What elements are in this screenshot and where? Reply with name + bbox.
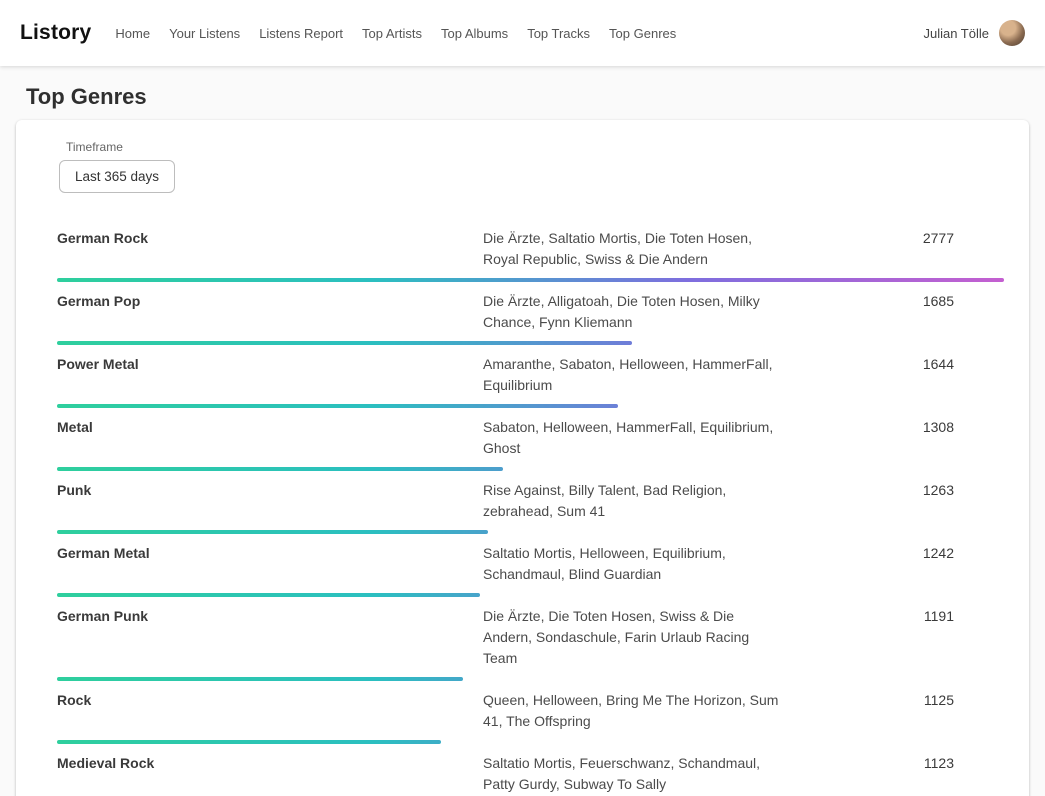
navbar: Listory Home Your Listens Listens Report…	[0, 0, 1045, 66]
genre-row[interactable]: Metal Sabaton, Helloween, HammerFall, Eq…	[57, 408, 1004, 471]
genre-row[interactable]: German Pop Die Ärzte, Alligatoah, Die To…	[57, 282, 1004, 345]
genre-artists: Die Ärzte, Die Toten Hosen, Swiss & Die …	[483, 606, 783, 669]
genre-artists: Die Ärzte, Alligatoah, Die Toten Hosen, …	[483, 291, 783, 333]
genre-artists: Rise Against, Billy Talent, Bad Religion…	[483, 480, 783, 522]
app-logo[interactable]: Listory	[20, 21, 91, 45]
genre-artists: Die Ärzte, Saltatio Mortis, Die Toten Ho…	[483, 228, 783, 270]
genre-count: 1685	[783, 291, 1004, 309]
genre-count: 1644	[783, 354, 1004, 372]
genre-row[interactable]: Rock Queen, Helloween, Bring Me The Hori…	[57, 681, 1004, 744]
timeframe-select[interactable]: Last 365 days	[59, 160, 175, 193]
nav-item-top-artists[interactable]: Top Artists	[362, 26, 422, 41]
nav-item-your-listens[interactable]: Your Listens	[169, 26, 240, 41]
nav-item-top-genres[interactable]: Top Genres	[609, 26, 676, 41]
genre-name: German Pop	[57, 291, 483, 309]
genre-artists: Saltatio Mortis, Feuerschwanz, Schandmau…	[483, 753, 783, 795]
genre-row[interactable]: German Punk Die Ärzte, Die Toten Hosen, …	[57, 597, 1004, 681]
genre-count: 1308	[783, 417, 1004, 435]
genre-row[interactable]: Punk Rise Against, Billy Talent, Bad Rel…	[57, 471, 1004, 534]
genre-name: Medieval Rock	[57, 753, 483, 771]
genre-artists: Sabaton, Helloween, HammerFall, Equilibr…	[483, 417, 783, 459]
nav-item-top-albums[interactable]: Top Albums	[441, 26, 508, 41]
genre-row[interactable]: German Rock Die Ärzte, Saltatio Mortis, …	[57, 219, 1004, 282]
avatar[interactable]	[999, 20, 1025, 46]
nav-links: Home Your Listens Listens Report Top Art…	[115, 26, 923, 41]
genre-name: German Punk	[57, 606, 483, 624]
nav-item-top-tracks[interactable]: Top Tracks	[527, 26, 590, 41]
genre-name: Power Metal	[57, 354, 483, 372]
genre-name: Rock	[57, 690, 483, 708]
genre-row[interactable]: Power Metal Amaranthe, Sabaton, Hellowee…	[57, 345, 1004, 408]
genre-count: 1242	[783, 543, 1004, 561]
nav-item-home[interactable]: Home	[115, 26, 150, 41]
top-genres-card: Timeframe Last 365 days German Rock Die …	[16, 120, 1029, 796]
user-area: Julian Tölle	[923, 20, 1025, 46]
genre-count: 2777	[783, 228, 1004, 246]
genre-table: German Rock Die Ärzte, Saltatio Mortis, …	[57, 219, 1004, 796]
timeframe-label: Timeframe	[66, 140, 1004, 154]
genre-artists: Amaranthe, Sabaton, Helloween, HammerFal…	[483, 354, 783, 396]
genre-name: German Rock	[57, 228, 483, 246]
genre-artists: Queen, Helloween, Bring Me The Horizon, …	[483, 690, 783, 732]
page-title: Top Genres	[26, 84, 1045, 110]
genre-artists: Saltatio Mortis, Helloween, Equilibrium,…	[483, 543, 783, 585]
genre-row[interactable]: Medieval Rock Saltatio Mortis, Feuerschw…	[57, 744, 1004, 796]
genre-count: 1123	[783, 753, 1004, 771]
genre-name: Metal	[57, 417, 483, 435]
genre-count: 1125	[783, 690, 1004, 708]
nav-item-listens-report[interactable]: Listens Report	[259, 26, 343, 41]
genre-count: 1191	[783, 606, 1004, 624]
genre-name: Punk	[57, 480, 483, 498]
user-name[interactable]: Julian Tölle	[923, 26, 989, 41]
genre-row[interactable]: German Metal Saltatio Mortis, Helloween,…	[57, 534, 1004, 597]
genre-count: 1263	[783, 480, 1004, 498]
genre-name: German Metal	[57, 543, 483, 561]
